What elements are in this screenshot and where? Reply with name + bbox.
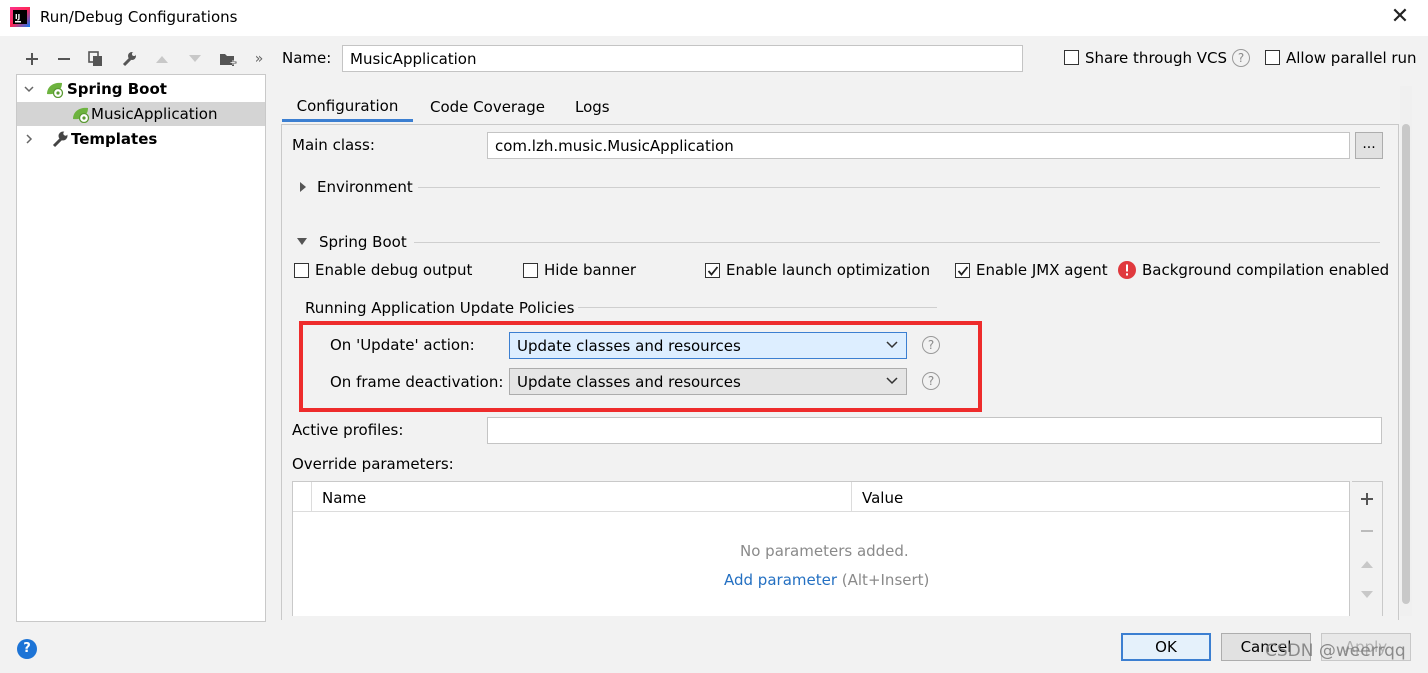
tree-group-label: Spring Boot xyxy=(67,80,167,98)
tree-item-musicapplication[interactable]: MusicApplication xyxy=(17,102,265,126)
tab-configuration[interactable]: Configuration xyxy=(282,92,413,122)
add-icon[interactable] xyxy=(1355,487,1379,511)
environment-section-label[interactable]: Environment xyxy=(317,178,413,196)
allow-parallel-checkbox[interactable] xyxy=(1265,50,1280,65)
column-header-value[interactable]: Value xyxy=(862,489,903,507)
intellij-app-icon: IJ xyxy=(10,7,30,27)
expand-right-icon[interactable] xyxy=(298,181,308,193)
expand-down-icon[interactable] xyxy=(296,237,308,247)
add-icon[interactable] xyxy=(20,47,44,71)
more-icon[interactable]: » xyxy=(247,47,271,71)
spring-boot-app-icon xyxy=(73,107,90,123)
browse-button[interactable]: ... xyxy=(1355,132,1383,159)
name-input[interactable]: MusicApplication xyxy=(342,45,1023,72)
share-vcs-label: Share through VCS xyxy=(1085,49,1228,67)
arrow-down-icon[interactable] xyxy=(1355,583,1379,607)
scrollbar-thumb[interactable] xyxy=(1402,124,1410,604)
main-class-input[interactable]: com.lzh.music.MusicApplication xyxy=(487,132,1350,159)
column-divider xyxy=(851,482,852,512)
help-button[interactable]: ? xyxy=(17,639,37,659)
arrow-up-icon[interactable] xyxy=(1355,552,1379,576)
jmx-agent-checkbox[interactable] xyxy=(955,263,970,278)
ok-button[interactable]: OK xyxy=(1121,633,1211,661)
column-header-name[interactable]: Name xyxy=(322,489,366,507)
allow-parallel-label: Allow parallel run xyxy=(1286,49,1417,67)
hide-banner-checkbox[interactable] xyxy=(523,263,538,278)
empty-state-text: No parameters added. xyxy=(740,542,909,560)
add-parameter-link[interactable]: Add parameter xyxy=(724,571,837,589)
arrow-up-icon[interactable] xyxy=(150,47,174,71)
debug-output-label: Enable debug output xyxy=(315,261,473,279)
window-title: Run/Debug Configurations xyxy=(40,8,238,26)
highlight-annotation-box xyxy=(299,321,982,412)
remove-icon[interactable] xyxy=(1355,519,1379,543)
tree-group-label: Templates xyxy=(71,130,158,148)
tab-code-coverage[interactable]: Code Coverage xyxy=(430,92,545,122)
active-profiles-label: Active profiles: xyxy=(292,421,404,439)
tab-logs[interactable]: Logs xyxy=(575,92,610,122)
table-header xyxy=(293,482,1349,512)
background-compilation-text: Background compilation enabled xyxy=(1142,261,1390,279)
spring-boot-icon xyxy=(47,82,64,98)
wrench-icon xyxy=(52,131,68,148)
override-parameters-label: Override parameters: xyxy=(292,455,454,473)
arrow-down-icon[interactable] xyxy=(183,47,207,71)
active-profiles-input[interactable] xyxy=(487,417,1382,444)
tree-group-templates[interactable]: Templates xyxy=(17,127,265,151)
remove-icon[interactable] xyxy=(52,47,76,71)
add-parameter-hint: (Alt+Insert) xyxy=(841,571,930,589)
divider xyxy=(414,242,1380,243)
help-icon[interactable]: ? xyxy=(1232,49,1250,67)
close-icon[interactable]: ✕ xyxy=(1386,4,1414,32)
spring-boot-section-label[interactable]: Spring Boot xyxy=(319,233,407,251)
chevron-right-icon[interactable] xyxy=(23,133,35,145)
name-label: Name: xyxy=(282,49,332,67)
configuration-tree[interactable]: Spring Boot MusicApplication Templates xyxy=(16,74,266,622)
watermark-text: CSDN @weerrqq xyxy=(1265,641,1406,661)
debug-output-checkbox[interactable] xyxy=(294,263,309,278)
table-side-toolbar xyxy=(1352,481,1383,616)
share-vcs-checkbox[interactable] xyxy=(1064,50,1079,65)
divider xyxy=(578,307,937,308)
column-divider xyxy=(311,482,312,512)
svg-text:IJ: IJ xyxy=(15,13,20,21)
tree-item-label: MusicApplication xyxy=(91,105,218,123)
checkmark-icon xyxy=(957,266,969,276)
divider xyxy=(418,187,1380,188)
error-icon xyxy=(1118,261,1136,279)
main-class-label: Main class: xyxy=(292,136,375,154)
jmx-agent-label: Enable JMX agent xyxy=(976,261,1108,279)
hide-banner-label: Hide banner xyxy=(544,261,637,279)
chevron-down-icon[interactable] xyxy=(23,83,35,95)
folder-add-icon[interactable] xyxy=(216,47,240,71)
policies-section-label: Running Application Update Policies xyxy=(305,299,575,317)
tree-group-spring-boot[interactable]: Spring Boot xyxy=(17,77,265,101)
launch-optimization-checkbox[interactable] xyxy=(705,263,720,278)
parameters-table[interactable]: Name Value No parameters added. Add para… xyxy=(292,481,1350,616)
checkmark-icon xyxy=(707,266,719,276)
add-parameter-row: Add parameter (Alt+Insert) xyxy=(724,571,929,589)
wrench-icon[interactable] xyxy=(117,47,141,71)
launch-optimization-label: Enable launch optimization xyxy=(726,261,931,279)
copy-icon[interactable] xyxy=(84,47,108,71)
